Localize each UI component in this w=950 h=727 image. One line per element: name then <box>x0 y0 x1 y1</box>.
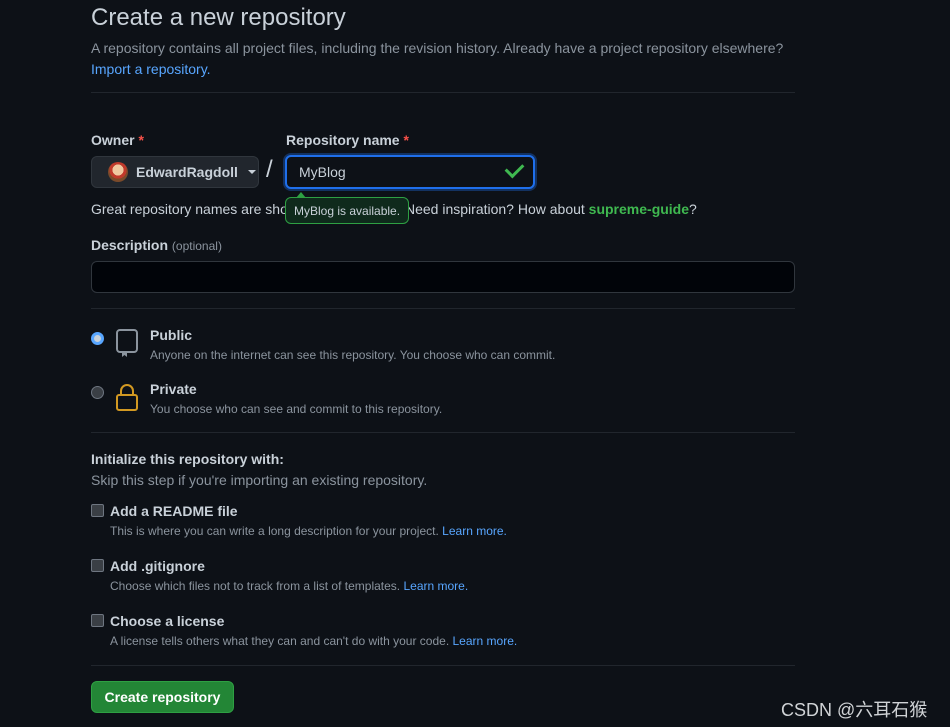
visibility-private-description: You choose who can see and commit to thi… <box>150 402 443 416</box>
license-title: Choose a license <box>110 613 225 629</box>
divider <box>91 665 795 666</box>
owner-name: EdwardRagdoll <box>136 164 238 180</box>
owner-label: Owner * <box>91 132 144 148</box>
visibility-private-title: Private <box>150 381 197 397</box>
optional-tag: (optional) <box>171 239 222 253</box>
import-repository-link[interactable]: Import a repository. <box>91 61 211 77</box>
owner-repo-separator: / <box>266 156 273 183</box>
repo-name-label: Repository name * <box>286 132 409 148</box>
check-icon <box>504 158 525 179</box>
description-label: Description (optional) <box>91 237 222 253</box>
divider <box>91 432 795 433</box>
owner-label-text: Owner <box>91 132 135 148</box>
watermark: CSDN @六耳石猴 <box>781 700 928 720</box>
initialize-title: Initialize this repository with: <box>91 451 284 467</box>
visibility-public-title: Public <box>150 327 193 343</box>
readme-description: This is where you can write a long descr… <box>110 524 507 538</box>
private-radio[interactable] <box>91 386 104 399</box>
required-mark: * <box>403 132 409 148</box>
license-learn-more-link[interactable]: Learn more. <box>453 634 518 648</box>
initialize-subtitle: Skip this step if you're importing an ex… <box>91 472 428 488</box>
readme-title: Add a README file <box>110 503 238 519</box>
owner-dropdown[interactable]: EdwardRagdoll <box>91 156 259 188</box>
lock-icon <box>116 384 138 411</box>
readme-checkbox[interactable] <box>91 504 104 517</box>
avatar <box>108 162 128 182</box>
license-description-text: A license tells others what they can and… <box>110 634 450 648</box>
name-hint: Great repository names are sho <box>91 201 288 217</box>
description-input[interactable] <box>91 261 795 293</box>
suggested-name[interactable]: supreme-guide <box>589 201 689 217</box>
repository-name-value: MyBlog <box>299 164 346 180</box>
name-suggestion-hint: Need inspiration? How about supreme-guid… <box>405 201 697 217</box>
gitignore-description-text: Choose which files not to track from a l… <box>110 579 401 593</box>
page-title: Create a new repository <box>91 4 346 31</box>
divider <box>91 308 795 309</box>
availability-tooltip: MyBlog is available. <box>285 192 410 224</box>
gitignore-title: Add .gitignore <box>110 558 205 574</box>
gitignore-description: Choose which files not to track from a l… <box>110 579 468 593</box>
create-repository-button[interactable]: Create repository <box>91 681 234 713</box>
visibility-public-description: Anyone on the internet can see this repo… <box>150 348 556 362</box>
hint-text: Need inspiration? How about <box>405 201 589 217</box>
divider <box>91 92 795 93</box>
public-radio[interactable] <box>91 332 104 345</box>
hint-suffix: ? <box>689 201 697 217</box>
description-label-text: Description <box>91 237 169 253</box>
repository-name-input[interactable]: MyBlog <box>285 155 535 189</box>
required-mark: * <box>138 132 144 148</box>
repo-name-label-text: Repository name <box>286 132 400 148</box>
readme-description-text: This is where you can write a long descr… <box>110 524 439 538</box>
gitignore-learn-more-link[interactable]: Learn more. <box>403 579 468 593</box>
subtitle-text: A repository contains all project files,… <box>91 40 784 56</box>
repo-icon <box>116 329 138 357</box>
license-checkbox[interactable] <box>91 614 104 627</box>
license-description: A license tells others what they can and… <box>110 634 517 648</box>
readme-learn-more-link[interactable]: Learn more. <box>442 524 507 538</box>
gitignore-checkbox[interactable] <box>91 559 104 572</box>
chevron-down-icon <box>247 170 256 174</box>
page-subtitle: A repository contains all project files,… <box>91 38 795 80</box>
